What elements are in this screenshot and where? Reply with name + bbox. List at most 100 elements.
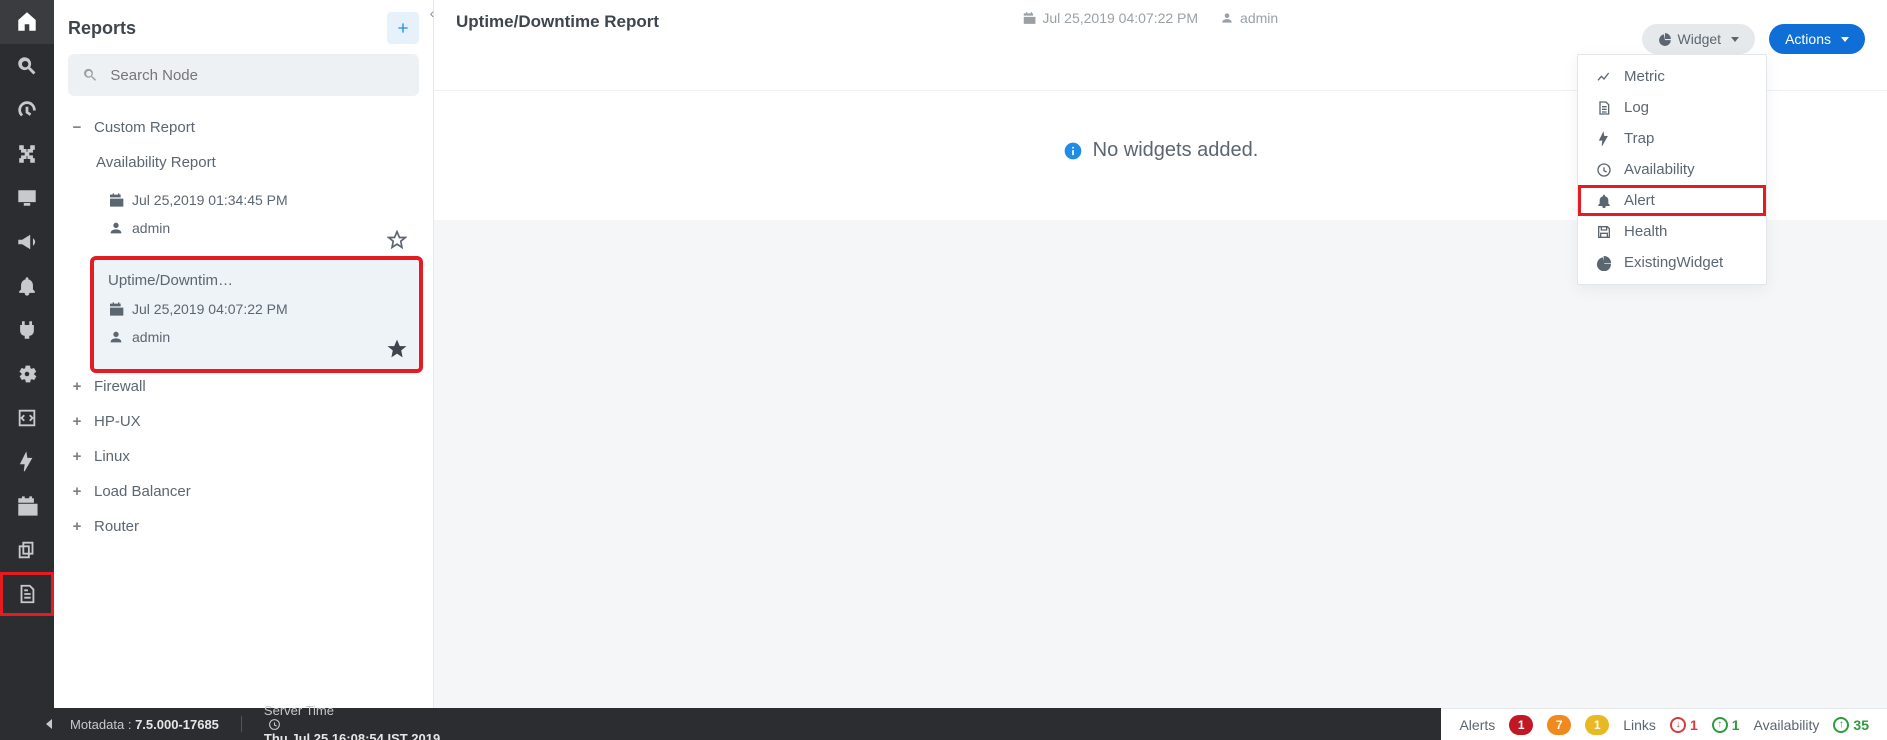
report-user: admin <box>132 329 170 345</box>
links-up[interactable]: ↑ 1 <box>1712 717 1740 733</box>
clock-icon <box>268 718 281 731</box>
calendar-icon[interactable] <box>0 484 54 528</box>
collapse-icon: − <box>70 119 84 136</box>
links-label: Links <box>1623 717 1656 733</box>
reports-sidebar: ‹ Reports − Custom Report Availability R… <box>54 0 434 708</box>
tree-label: Router <box>94 518 139 535</box>
search-node[interactable] <box>68 54 419 96</box>
widget-btn-label: Widget <box>1678 31 1722 47</box>
tree-label: Load Balancer <box>94 483 191 500</box>
meta-date: Jul 25,2019 04:07:22 PM <box>1042 10 1198 26</box>
app-body: ‹ Reports − Custom Report Availability R… <box>54 0 1887 708</box>
report-card[interactable]: Jul 25,2019 01:34:45 PM admin <box>94 180 419 260</box>
expand-icon: + <box>70 378 84 395</box>
alerts-label: Alerts <box>1459 717 1495 733</box>
availability-up[interactable]: ↑ 35 <box>1833 717 1869 733</box>
actions-dropdown-button[interactable]: Actions <box>1769 24 1865 54</box>
tree-node-loadbalancer[interactable]: + Load Balancer <box>68 474 419 509</box>
clock-icon <box>1596 162 1612 178</box>
pie-icon <box>1658 32 1672 46</box>
server-time-label: Server Time <box>264 703 334 718</box>
gears-icon[interactable] <box>0 352 54 396</box>
search-icon[interactable] <box>0 44 54 88</box>
content-area: Uptime/Downtime Report Jul 25,2019 04:07… <box>434 0 1887 708</box>
server-time: Thu Jul 25 16:08:54 IST 2019 <box>264 731 440 740</box>
chart-line-icon <box>1596 69 1612 85</box>
calendar-icon <box>108 192 124 208</box>
reports-icon[interactable] <box>0 572 54 616</box>
tree-node-availability[interactable]: Availability Report <box>94 145 419 180</box>
expand-icon: + <box>70 483 84 500</box>
report-user: admin <box>132 220 170 236</box>
status-light: Alerts 1 7 1 Links ↓ 1 ↑ 1 Availability … <box>1441 708 1887 740</box>
search-icon <box>82 66 98 84</box>
report-card-selected[interactable]: Uptime/Downtim… Jul 25,2019 04:07:22 PM … <box>94 260 419 369</box>
report-tree: − Custom Report Availability Report Jul … <box>68 110 419 544</box>
arrow-up-icon: ↑ <box>1712 717 1728 733</box>
expand-icon: + <box>70 413 84 430</box>
dd-alert[interactable]: Alert <box>1578 185 1766 216</box>
alert-pill-warning[interactable]: 1 <box>1585 715 1609 735</box>
report-date: Jul 25,2019 01:34:45 PM <box>132 192 288 208</box>
tree-label: Linux <box>94 448 130 465</box>
report-meta: Jul 25,2019 04:07:22 PM admin <box>679 10 1621 26</box>
calendar-icon <box>1022 11 1036 25</box>
dashboard-icon[interactable] <box>0 88 54 132</box>
dd-trap[interactable]: Trap <box>1578 123 1766 154</box>
brand-label: Motadata : <box>70 717 131 732</box>
dd-log[interactable]: Log <box>1578 92 1766 123</box>
tree-node-custom-report[interactable]: − Custom Report <box>68 110 419 145</box>
caret-left-icon[interactable] <box>46 719 52 729</box>
megaphone-icon[interactable] <box>0 220 54 264</box>
tree-node-linux[interactable]: + Linux <box>68 439 419 474</box>
pie-icon <box>1596 255 1612 271</box>
add-report-button[interactable] <box>387 12 419 44</box>
links-down[interactable]: ↓ 1 <box>1670 717 1698 733</box>
status-dark: Motadata : 7.5.000-17685 Server Time Thu… <box>54 708 1441 740</box>
user-icon <box>108 329 124 345</box>
bell-icon <box>1596 193 1612 209</box>
save-icon <box>1596 224 1612 240</box>
alert-pill-critical[interactable]: 1 <box>1509 715 1533 735</box>
bell-icon[interactable] <box>0 264 54 308</box>
network-icon[interactable] <box>0 132 54 176</box>
widget-dropdown-button[interactable]: Widget <box>1642 24 1756 54</box>
report-title: Uptime/Downtim… <box>108 272 405 289</box>
meta-user: admin <box>1240 10 1278 26</box>
arrow-up-icon: ↑ <box>1833 717 1849 733</box>
alert-pill-major[interactable]: 7 <box>1547 715 1571 735</box>
tree-label: Availability Report <box>96 154 216 171</box>
nav-rail <box>0 0 54 740</box>
star-toggle[interactable] <box>387 230 407 250</box>
user-icon <box>1220 11 1234 25</box>
tree-label: Custom Report <box>94 119 195 136</box>
search-input[interactable] <box>110 67 405 84</box>
empty-text: No widgets added. <box>1093 139 1259 162</box>
monitor-icon[interactable] <box>0 176 54 220</box>
report-date: Jul 25,2019 04:07:22 PM <box>132 301 288 317</box>
tree-node-router[interactable]: + Router <box>68 509 419 544</box>
dd-existing[interactable]: ExistingWidget <box>1578 247 1766 278</box>
version: 7.5.000-17685 <box>135 717 219 732</box>
actions-btn-label: Actions <box>1785 31 1831 47</box>
status-bar: Motadata : 7.5.000-17685 Server Time Thu… <box>54 708 1887 740</box>
page-title: Uptime/Downtime Report <box>456 10 659 32</box>
code-icon[interactable] <box>0 396 54 440</box>
dd-metric[interactable]: Metric <box>1578 61 1766 92</box>
dd-availability[interactable]: Availability <box>1578 154 1766 185</box>
calendar-icon <box>108 301 124 317</box>
widget-dropdown-menu: Metric Log Trap Availability Alert Healt… <box>1577 54 1767 285</box>
copy-icon[interactable] <box>0 528 54 572</box>
info-icon <box>1063 141 1083 161</box>
expand-icon: + <box>70 518 84 535</box>
tree-node-hpux[interactable]: + HP-UX <box>68 404 419 439</box>
dd-health[interactable]: Health <box>1578 216 1766 247</box>
tree-label: Firewall <box>94 378 146 395</box>
bolt-icon[interactable] <box>0 440 54 484</box>
tree-node-firewall[interactable]: + Firewall <box>68 369 419 404</box>
home-icon[interactable] <box>0 0 54 44</box>
plug-icon[interactable] <box>0 308 54 352</box>
expand-icon: + <box>70 448 84 465</box>
star-toggle[interactable] <box>387 339 407 359</box>
tree-label: HP-UX <box>94 413 141 430</box>
